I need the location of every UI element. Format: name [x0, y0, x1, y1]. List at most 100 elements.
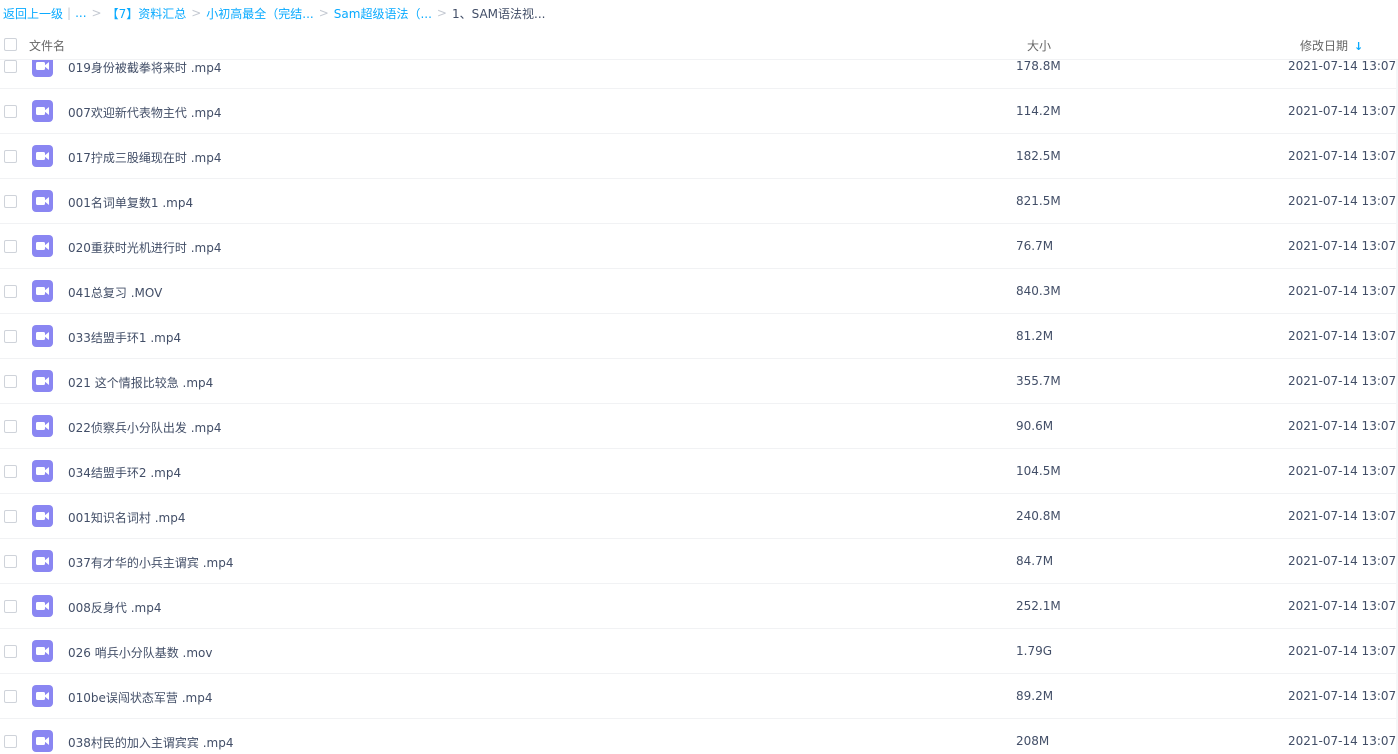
file-date: 2021-07-14 13:07: [1288, 734, 1397, 748]
file-name[interactable]: 001名词单复数1 .mp4: [68, 194, 193, 211]
row-checkbox[interactable]: [4, 465, 17, 478]
video-file-icon: [32, 415, 53, 437]
row-checkbox[interactable]: [4, 600, 17, 613]
file-row[interactable]: 034结盟手环2 .mp4 104.5M 2021-07-14 13:07: [0, 449, 1398, 494]
breadcrumb: 返回上一级 | ... > 【7】资料汇总 > 小初高最全（完结... > Sa…: [0, 0, 1398, 26]
row-checkbox[interactable]: [4, 420, 17, 433]
file-name[interactable]: 041总复习 .MOV: [68, 284, 162, 301]
file-row[interactable]: 007欢迎新代表物主代 .mp4 114.2M 2021-07-14 13:07: [0, 89, 1398, 134]
back-link[interactable]: 返回上一级: [3, 5, 63, 22]
file-date: 2021-07-14 13:07: [1288, 509, 1397, 523]
file-date: 2021-07-14 13:07: [1288, 599, 1397, 613]
column-header-name[interactable]: 文件名: [29, 37, 65, 54]
column-header-date[interactable]: 修改日期 ↓: [1300, 37, 1363, 54]
video-file-icon: [32, 100, 53, 122]
column-header-date-label: 修改日期: [1300, 39, 1349, 53]
file-list-header: 文件名 大小 修改日期 ↓: [0, 30, 1398, 60]
breadcrumb-item-3[interactable]: Sam超级语法（...: [334, 5, 432, 22]
file-date: 2021-07-14 13:07: [1288, 374, 1397, 388]
row-checkbox[interactable]: [4, 150, 17, 163]
file-size: 178.8M: [1016, 59, 1061, 73]
file-name[interactable]: 008反身代 .mp4: [68, 599, 161, 616]
file-date: 2021-07-14 13:07: [1288, 239, 1397, 253]
file-name[interactable]: 007欢迎新代表物主代 .mp4: [68, 104, 221, 121]
row-checkbox[interactable]: [4, 555, 17, 568]
video-file-icon: [32, 640, 53, 662]
file-row[interactable]: 022侦察兵小分队出发 .mp4 90.6M 2021-07-14 13:07: [0, 404, 1398, 449]
row-checkbox[interactable]: [4, 330, 17, 343]
file-size: 840.3M: [1016, 284, 1061, 298]
file-row[interactable]: 008反身代 .mp4 252.1M 2021-07-14 13:07: [0, 584, 1398, 629]
row-checkbox[interactable]: [4, 375, 17, 388]
file-date: 2021-07-14 13:07: [1288, 644, 1397, 658]
arrow-down-icon: ↓: [1354, 40, 1364, 53]
file-name[interactable]: 017拧成三股绳现在时 .mp4: [68, 149, 221, 166]
file-size: 182.5M: [1016, 149, 1061, 163]
file-row[interactable]: 038村民的加入主谓宾宾 .mp4 208M 2021-07-14 13:07: [0, 719, 1398, 754]
file-row[interactable]: 041总复习 .MOV 840.3M 2021-07-14 13:07: [0, 269, 1398, 314]
file-size: 84.7M: [1016, 554, 1054, 568]
file-name[interactable]: 001知识名词村 .mp4: [68, 509, 185, 526]
file-row[interactable]: 001知识名词村 .mp4 240.8M 2021-07-14 13:07: [0, 494, 1398, 539]
file-date: 2021-07-14 13:07: [1288, 149, 1397, 163]
video-file-icon: [32, 325, 53, 347]
file-name[interactable]: 019身份被截拳将来时 .mp4: [68, 59, 221, 76]
file-row[interactable]: 037有才华的小兵主谓宾 .mp4 84.7M 2021-07-14 13:07: [0, 539, 1398, 584]
row-checkbox[interactable]: [4, 285, 17, 298]
breadcrumb-item-1[interactable]: 【7】资料汇总: [107, 5, 187, 22]
file-size: 355.7M: [1016, 374, 1061, 388]
file-name[interactable]: 038村民的加入主谓宾宾 .mp4: [68, 734, 233, 751]
file-name[interactable]: 021 这个情报比较急 .mp4: [68, 374, 213, 391]
video-file-icon: [32, 505, 53, 527]
file-date: 2021-07-14 13:07: [1288, 194, 1397, 208]
breadcrumb-ellipsis[interactable]: ...: [75, 6, 86, 20]
video-file-icon: [32, 685, 53, 707]
column-header-size[interactable]: 大小: [1027, 37, 1051, 54]
file-name[interactable]: 033结盟手环1 .mp4: [68, 329, 181, 346]
file-size: 90.6M: [1016, 419, 1054, 433]
file-date: 2021-07-14 13:07: [1288, 329, 1397, 343]
video-file-icon: [32, 370, 53, 392]
file-row[interactable]: 020重获时光机进行时 .mp4 76.7M 2021-07-14 13:07: [0, 224, 1398, 269]
file-name[interactable]: 034结盟手环2 .mp4: [68, 464, 181, 481]
chevron-right-icon: >: [318, 6, 329, 20]
row-checkbox[interactable]: [4, 240, 17, 253]
row-checkbox[interactable]: [4, 105, 17, 118]
file-row[interactable]: 010be误闯状态军营 .mp4 89.2M 2021-07-14 13:07: [0, 674, 1398, 719]
video-file-icon: [32, 235, 53, 257]
file-name[interactable]: 010be误闯状态军营 .mp4: [68, 689, 212, 706]
file-size: 821.5M: [1016, 194, 1061, 208]
file-size: 76.7M: [1016, 239, 1054, 253]
file-size: 1.79G: [1016, 644, 1053, 658]
file-row[interactable]: 033结盟手环1 .mp4 81.2M 2021-07-14 13:07: [0, 314, 1398, 359]
file-name[interactable]: 037有才华的小兵主谓宾 .mp4: [68, 554, 233, 571]
file-size: 114.2M: [1016, 104, 1061, 118]
file-date: 2021-07-14 13:07: [1288, 689, 1397, 703]
video-file-icon: [32, 730, 53, 752]
row-checkbox[interactable]: [4, 60, 17, 73]
row-checkbox[interactable]: [4, 195, 17, 208]
file-row[interactable]: 001名词单复数1 .mp4 821.5M 2021-07-14 13:07: [0, 179, 1398, 224]
file-row[interactable]: 017拧成三股绳现在时 .mp4 182.5M 2021-07-14 13:07: [0, 134, 1398, 179]
video-file-icon: [32, 595, 53, 617]
video-file-icon: [32, 280, 53, 302]
file-name[interactable]: 020重获时光机进行时 .mp4: [68, 239, 221, 256]
file-name[interactable]: 026 哨兵小分队基数 .mov: [68, 644, 212, 661]
row-checkbox[interactable]: [4, 735, 17, 748]
breadcrumb-divider: |: [67, 6, 72, 20]
file-row[interactable]: 026 哨兵小分队基数 .mov 1.79G 2021-07-14 13:07: [0, 629, 1398, 674]
select-all-checkbox[interactable]: [4, 38, 17, 51]
breadcrumb-item-2[interactable]: 小初高最全（完结...: [206, 5, 313, 22]
row-checkbox[interactable]: [4, 510, 17, 523]
file-size: 240.8M: [1016, 509, 1061, 523]
file-date: 2021-07-14 13:07: [1288, 464, 1397, 478]
file-size: 81.2M: [1016, 329, 1054, 343]
chevron-right-icon: >: [191, 6, 202, 20]
file-row[interactable]: 021 这个情报比较急 .mp4 355.7M 2021-07-14 13:07: [0, 359, 1398, 404]
row-checkbox[interactable]: [4, 645, 17, 658]
file-date: 2021-07-14 13:07: [1288, 419, 1397, 433]
file-date: 2021-07-14 13:07: [1288, 284, 1397, 298]
file-date: 2021-07-14 13:07: [1288, 104, 1397, 118]
file-name[interactable]: 022侦察兵小分队出发 .mp4: [68, 419, 221, 436]
row-checkbox[interactable]: [4, 690, 17, 703]
